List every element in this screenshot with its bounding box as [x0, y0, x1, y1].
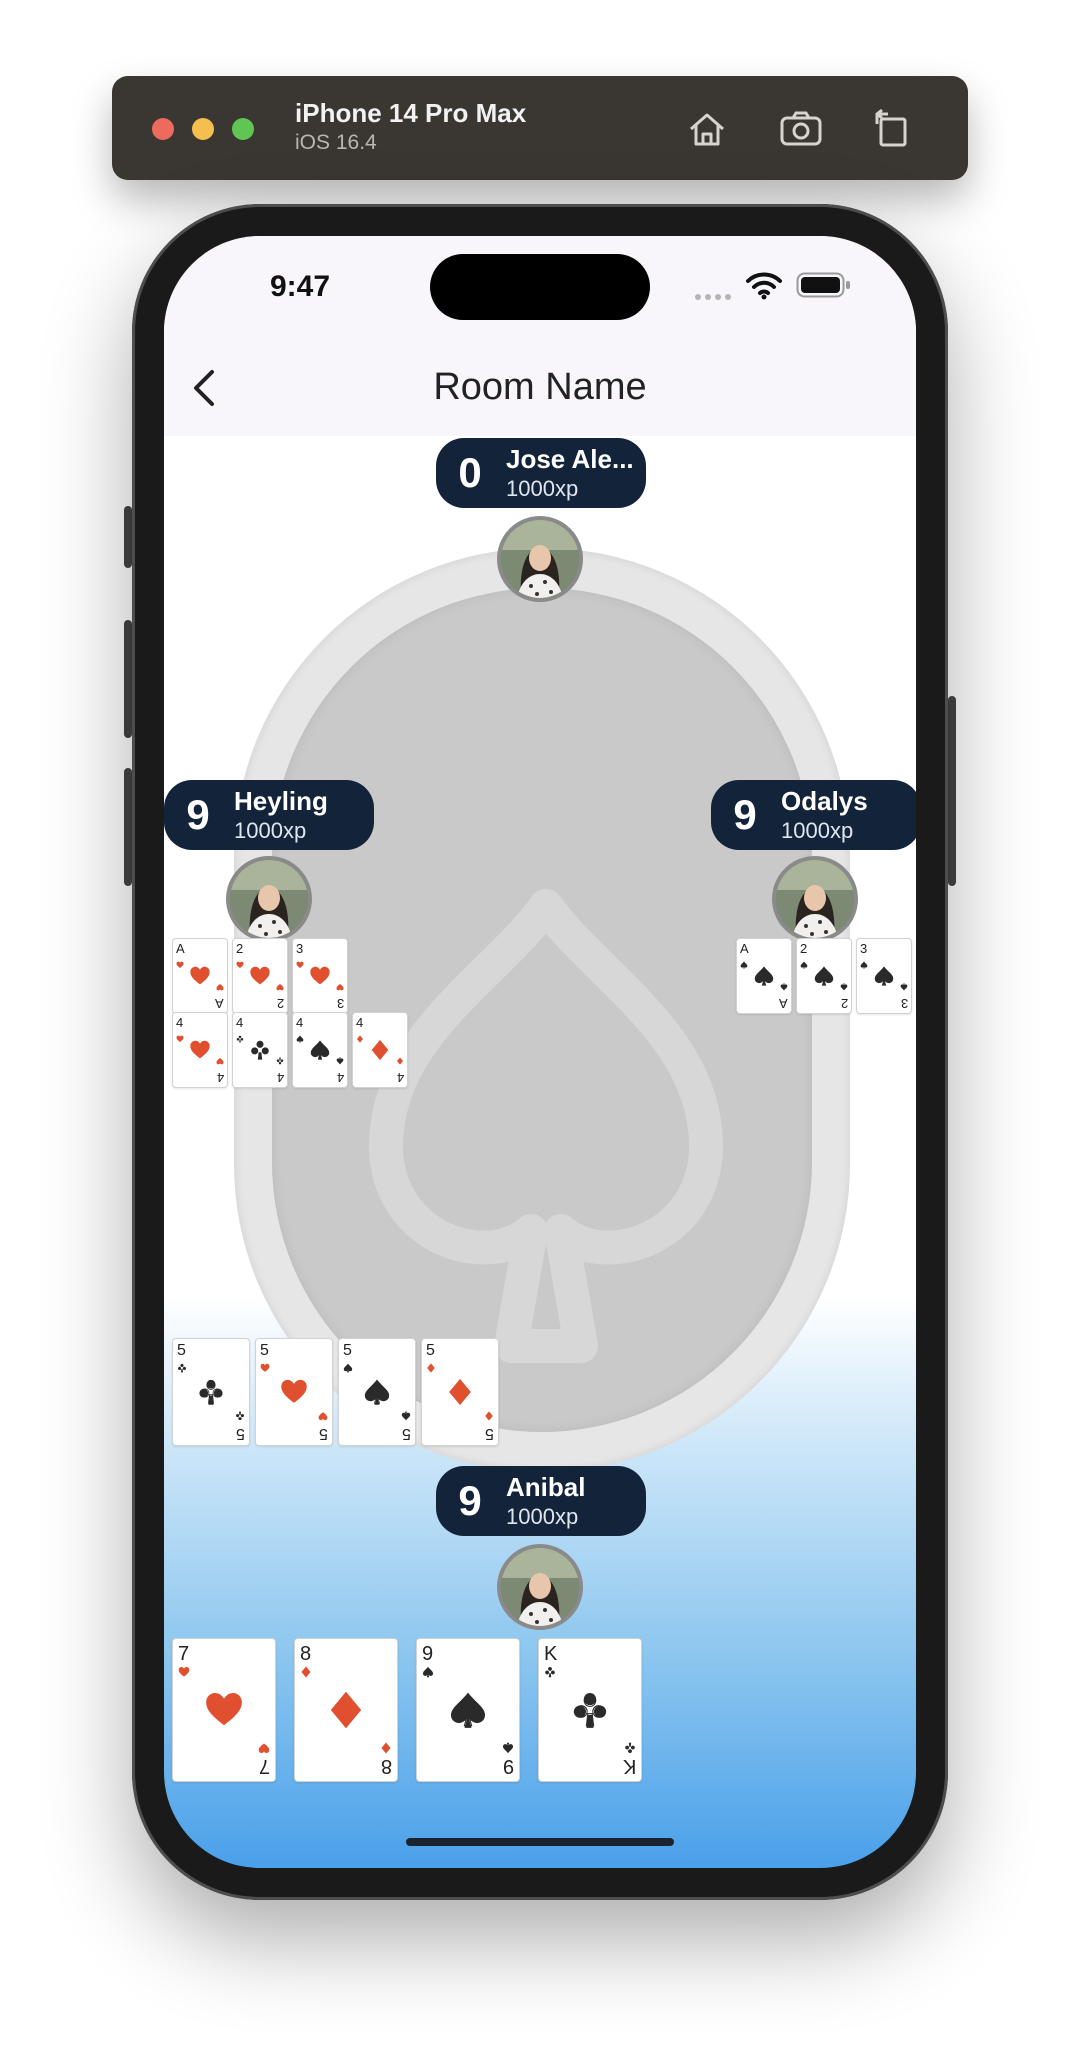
player-left-meld-card[interactable]: 44 [172, 1012, 228, 1088]
home-indicator[interactable] [406, 1838, 674, 1846]
player-left-card-count: 9 [186, 791, 210, 838]
player-left-name: Heyling [234, 786, 328, 816]
player-top-card-count: 0 [458, 449, 482, 496]
hand-card[interactable]: KK [538, 1638, 642, 1782]
player-left-meld-card[interactable]: 22 [232, 938, 288, 1014]
volume-down-button [124, 768, 132, 886]
player-left-meld-card[interactable]: 44 [292, 1012, 348, 1088]
played-meld-card[interactable]: 55 [338, 1338, 416, 1446]
player-right-xp: 1000xp [781, 818, 854, 843]
battery-icon [796, 272, 852, 298]
player-bottom-pill: 9 Anibal 1000xp [436, 1466, 646, 1536]
player-left-meld-card[interactable]: 44 [232, 1012, 288, 1088]
player-left-meld-1: AA2233 [172, 938, 372, 1014]
home-icon[interactable] [682, 104, 732, 154]
minimize-window-button[interactable] [192, 118, 214, 140]
player-left-meld-card[interactable]: 33 [292, 938, 348, 1014]
dynamic-island [430, 254, 650, 320]
player-right-card-count: 9 [733, 791, 757, 838]
played-meld-card[interactable]: 55 [421, 1338, 499, 1446]
player-right-meld: AA2233 [736, 938, 916, 1014]
player-left-avatar[interactable] [226, 856, 312, 942]
rotate-icon[interactable] [866, 104, 916, 154]
spade-watermark-icon [326, 886, 766, 1406]
player-bottom-xp: 1000xp [506, 1504, 579, 1529]
player-right-meld-card[interactable]: 33 [856, 938, 912, 1014]
player-left-xp: 1000xp [234, 818, 307, 843]
player-top-xp: 1000xp [506, 476, 579, 501]
player-top-avatar[interactable] [497, 516, 583, 602]
player-bottom-name: Anibal [506, 1472, 586, 1502]
player-right-meld-card[interactable]: 22 [796, 938, 852, 1014]
wifi-icon [746, 270, 782, 300]
screenshot-icon[interactable] [776, 104, 826, 154]
player-left-meld-2: 44444444 [172, 1012, 412, 1088]
player-bottom-card-count: 9 [458, 1477, 482, 1524]
simulator-toolbar: iPhone 14 Pro Max iOS 16.4 [112, 76, 968, 180]
mute-switch [124, 506, 132, 568]
player-hand: 778899KK [172, 1638, 652, 1782]
player-right-avatar[interactable] [772, 856, 858, 942]
player-left-pill: 9 Heyling 1000xp [164, 780, 374, 850]
app-screen: 9:47 Room Name 0 Jose Ale... 1000xp 9 He… [164, 236, 916, 1868]
player-bottom-avatar[interactable] [497, 1544, 583, 1630]
zoom-window-button[interactable] [232, 118, 254, 140]
hand-card[interactable]: 99 [416, 1638, 520, 1782]
played-meld-card[interactable]: 55 [172, 1338, 250, 1446]
hand-card[interactable]: 77 [172, 1638, 276, 1782]
player-right-name: Odalys [781, 786, 868, 816]
os-version: iOS 16.4 [295, 131, 377, 154]
room-title: Room Name [433, 366, 647, 408]
close-window-button[interactable] [152, 118, 174, 140]
player-left-meld-card[interactable]: AA [172, 938, 228, 1014]
player-top-name: Jose Ale... [506, 444, 634, 474]
status-time: 9:47 [270, 270, 331, 303]
volume-up-button [124, 620, 132, 738]
played-meld: 55555555 [172, 1338, 512, 1446]
signal-icon [694, 288, 734, 300]
player-top-pill: 0 Jose Ale... 1000xp [436, 438, 646, 508]
device-name: iPhone 14 Pro Max [295, 98, 527, 128]
player-right-meld-card[interactable]: AA [736, 938, 792, 1014]
power-button [948, 696, 956, 886]
played-meld-card[interactable]: 55 [255, 1338, 333, 1446]
player-left-meld-card[interactable]: 44 [352, 1012, 408, 1088]
player-right-pill: 9 Odalys 1000xp [711, 780, 916, 850]
hand-card[interactable]: 88 [294, 1638, 398, 1782]
